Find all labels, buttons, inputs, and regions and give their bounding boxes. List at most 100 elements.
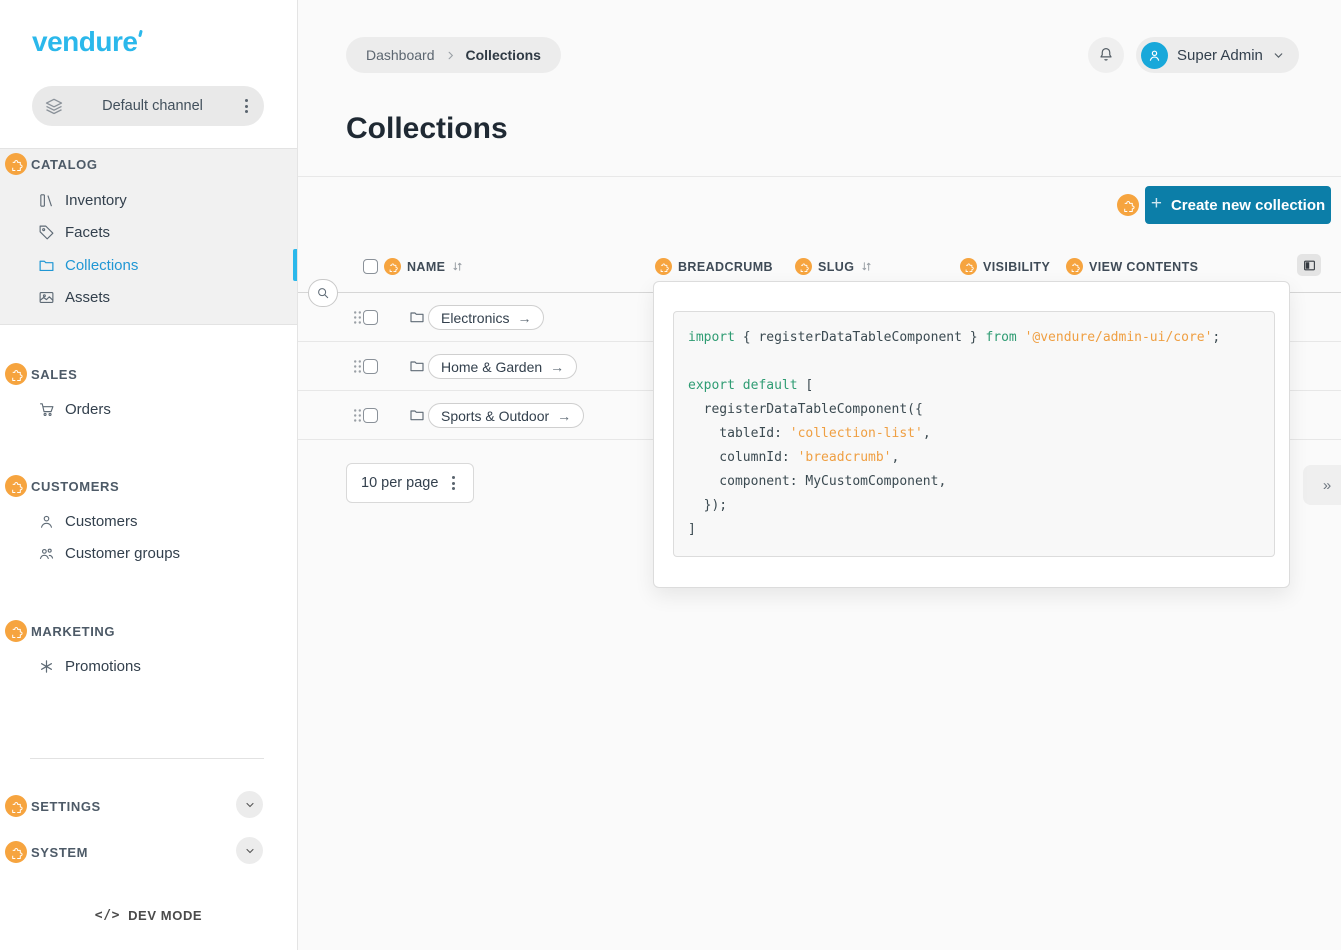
- sidebar-item-label: Promotions: [65, 658, 141, 675]
- per-page-label: 10 per page: [361, 475, 438, 491]
- notifications-button[interactable]: [1088, 37, 1124, 73]
- sidebar-section-marketing[interactable]: MARKETING: [5, 619, 115, 643]
- extension-point-icon[interactable]: [655, 258, 672, 275]
- sidebar-item-customers[interactable]: Customers: [38, 509, 138, 533]
- column-header-breadcrumb[interactable]: BREADCRUMB: [655, 258, 773, 275]
- avatar: [1141, 42, 1168, 69]
- extension-point-icon[interactable]: [1117, 194, 1139, 216]
- sidebar-section-system[interactable]: SYSTEM: [5, 840, 88, 864]
- breadcrumb-current: Collections: [466, 47, 541, 63]
- drag-handle-icon[interactable]: [353, 359, 362, 374]
- arrow-right-icon: →: [557, 408, 571, 424]
- table-search-button[interactable]: [308, 279, 338, 307]
- section-label: CUSTOMERS: [31, 479, 119, 494]
- sidebar-item-label: Collections: [65, 257, 138, 274]
- sidebar-item-facets[interactable]: Facets: [38, 220, 110, 244]
- column-label: SLUG: [818, 260, 854, 274]
- breadcrumb-dashboard[interactable]: Dashboard: [366, 47, 435, 63]
- column-label: BREADCRUMB: [678, 260, 773, 274]
- main-content: Dashboard Collections Super Admin Collec…: [298, 0, 1341, 950]
- sort-icon[interactable]: [451, 260, 464, 273]
- double-chevron-right-icon: »: [1323, 477, 1331, 494]
- row-checkbox[interactable]: [363, 310, 378, 325]
- sidebar-item-label: Orders: [65, 401, 111, 418]
- pagination-next-button[interactable]: »: [1303, 465, 1341, 505]
- column-header-name[interactable]: NAME: [363, 258, 464, 275]
- extension-point-icon[interactable]: [795, 258, 812, 275]
- dev-mode-label: DEV MODE: [128, 908, 202, 923]
- extension-point-icon[interactable]: [5, 475, 27, 497]
- extension-point-icon[interactable]: [5, 795, 27, 817]
- collection-name: Electronics: [441, 310, 509, 326]
- collection-name: Home & Garden: [441, 359, 542, 375]
- folder-icon: [409, 358, 425, 374]
- per-page-menu-icon[interactable]: [448, 472, 459, 494]
- code-block: import { registerDataTableComponent } fr…: [673, 311, 1275, 557]
- vendure-logo[interactable]: vendure: [32, 26, 142, 58]
- image-icon: [38, 289, 55, 306]
- extension-point-icon[interactable]: [384, 258, 401, 275]
- folder-icon: [409, 309, 425, 325]
- items-per-page-select[interactable]: 10 per page: [346, 463, 474, 503]
- collection-name: Sports & Outdoor: [441, 408, 549, 424]
- column-label: NAME: [407, 260, 445, 274]
- row-checkbox[interactable]: [363, 359, 378, 374]
- library-icon: [38, 192, 55, 209]
- section-label: MARKETING: [31, 624, 115, 639]
- sidebar-item-promotions[interactable]: Promotions: [38, 654, 141, 678]
- logo-tick: [139, 30, 144, 38]
- collection-link[interactable]: Electronics →: [428, 305, 544, 330]
- collection-link[interactable]: Home & Garden →: [428, 354, 577, 379]
- sort-icon[interactable]: [860, 260, 873, 273]
- column-header-slug[interactable]: SLUG: [795, 258, 873, 275]
- extension-point-icon[interactable]: [960, 258, 977, 275]
- chevron-down-icon: [244, 799, 256, 811]
- drag-handle-icon[interactable]: [353, 310, 362, 325]
- user-name: Super Admin: [1177, 47, 1263, 64]
- column-header-visibility[interactable]: VISIBILITY: [960, 258, 1050, 275]
- extension-point-icon[interactable]: [5, 620, 27, 642]
- column-header-view-contents[interactable]: VIEW CONTENTS: [1066, 258, 1198, 275]
- collection-link[interactable]: Sports & Outdoor →: [428, 403, 584, 428]
- sidebar-item-customer-groups[interactable]: Customer groups: [38, 541, 180, 565]
- sidebar-item-collections[interactable]: Collections: [38, 253, 138, 277]
- column-label: VISIBILITY: [983, 260, 1050, 274]
- code-icon: </>: [95, 908, 120, 923]
- channel-selector[interactable]: Default channel: [32, 86, 264, 126]
- channel-label: Default channel: [64, 98, 241, 114]
- select-all-checkbox[interactable]: [363, 259, 378, 274]
- extension-point-icon[interactable]: [5, 153, 27, 175]
- sidebar-section-customers[interactable]: CUSTOMERS: [5, 474, 119, 498]
- section-label: SALES: [31, 367, 77, 382]
- plus-icon: +: [1151, 193, 1162, 215]
- row-checkbox[interactable]: [363, 408, 378, 423]
- extension-point-icon[interactable]: [5, 363, 27, 385]
- extension-point-icon[interactable]: [5, 841, 27, 863]
- sidebar-item-label: Assets: [65, 289, 110, 306]
- system-expand-button[interactable]: [236, 837, 263, 864]
- chevron-right-icon: [445, 50, 456, 61]
- column-picker-button[interactable]: [1297, 254, 1321, 276]
- sidebar-item-inventory[interactable]: Inventory: [38, 188, 127, 212]
- dev-mode-code-popover: import { registerDataTableComponent } fr…: [653, 281, 1290, 588]
- user-menu[interactable]: Super Admin: [1136, 37, 1299, 73]
- drag-handle-icon[interactable]: [353, 408, 362, 423]
- breadcrumb[interactable]: Dashboard Collections: [346, 37, 561, 73]
- extension-point-icon[interactable]: [1066, 258, 1083, 275]
- user-icon: [38, 513, 55, 530]
- folder-icon: [409, 407, 425, 423]
- active-item-indicator: [293, 249, 297, 281]
- sidebar-section-catalog[interactable]: CATALOG: [5, 152, 98, 176]
- page-title: Collections: [346, 112, 508, 146]
- dev-mode-toggle[interactable]: </> DEV MODE: [0, 908, 297, 923]
- sidebar-item-orders[interactable]: Orders: [38, 397, 111, 421]
- settings-expand-button[interactable]: [236, 791, 263, 818]
- sidebar-item-assets[interactable]: Assets: [38, 285, 110, 309]
- create-new-collection-button[interactable]: + Create new collection: [1145, 186, 1331, 224]
- divider: [298, 176, 1341, 177]
- sidebar-section-sales[interactable]: SALES: [5, 362, 77, 386]
- channel-menu-icon[interactable]: [241, 95, 252, 117]
- layers-icon: [44, 96, 64, 116]
- sidebar-section-settings[interactable]: SETTINGS: [5, 794, 101, 818]
- chevron-down-icon: [1272, 49, 1285, 62]
